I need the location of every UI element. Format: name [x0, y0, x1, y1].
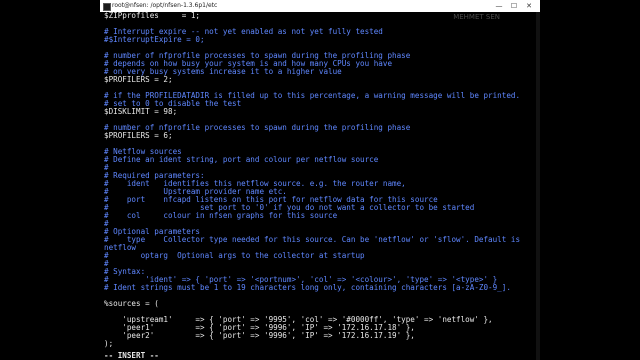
- terminal-line: #: [104, 260, 109, 268]
- terminal-line: # set port to '0' if you do not want a c…: [104, 204, 475, 212]
- terminal-line: # Ident strings must be 1 to 19 characte…: [104, 284, 511, 292]
- terminal-line: # number of nfprofile processes to spawn…: [104, 124, 411, 132]
- terminal-line: # port nfcapd listens on this port for n…: [104, 196, 438, 204]
- terminal-line: # number of nfprofile processes to spawn…: [104, 52, 411, 60]
- putty-icon: [103, 3, 111, 11]
- terminal-line: netflow: [104, 244, 137, 252]
- terminal-line: 'peer2' => { 'port' => '9996', 'IP' => '…: [104, 332, 415, 340]
- window-title: root@nfsen: /opt/nfsen-1.3.6p1/etc: [112, 2, 218, 9]
- terminal-line: # Optional parameters: [104, 228, 201, 236]
- close-button[interactable]: ✕: [522, 0, 536, 12]
- terminal-line: # col colour in nfsen graphs for this so…: [104, 212, 338, 220]
- maximize-button[interactable]: ☐: [507, 0, 521, 12]
- terminal-line: # 'ident' => { 'port' => '<portnum>', 'c…: [104, 276, 498, 284]
- terminal-line: $PROFILERS = 2;: [104, 76, 173, 84]
- terminal-line: # Required parameters:: [104, 172, 205, 180]
- terminal-line: );: [104, 340, 114, 348]
- terminal-line: # if the PROFILEDATADIR is filled up to …: [104, 92, 521, 100]
- terminal-line: # Upstream provider name etc.: [104, 188, 287, 196]
- title-bar: root@nfsen: /opt/nfsen-1.3.6p1/etc — ☐ ✕: [100, 0, 540, 12]
- terminal-line: # Define an ident string, port and colou…: [104, 156, 379, 164]
- scrollbar[interactable]: [536, 12, 540, 360]
- minimize-button[interactable]: —: [492, 0, 506, 12]
- terminal-line: # ident identifies this netflow source. …: [104, 180, 406, 188]
- terminal-line: #$InterruptExpire = 0;: [104, 36, 205, 44]
- terminal-line: # set to 0 to disable the test: [104, 100, 242, 108]
- terminal-line: $PROFILERS = 6;: [104, 132, 173, 140]
- terminal-line: # on very busy systems increase it to a …: [104, 68, 342, 76]
- terminal-line: %sources = (: [104, 300, 159, 308]
- terminal-window: root@nfsen: /opt/nfsen-1.3.6p1/etc — ☐ ✕…: [100, 0, 540, 360]
- terminal-line: # type Collector type needed for this so…: [104, 236, 521, 244]
- terminal-line: $ZIPprofiles = 1;: [104, 12, 201, 20]
- terminal-line: 'peer1' => { 'port' => '9996', 'IP' => '…: [104, 324, 415, 332]
- terminal-line: #: [104, 220, 109, 228]
- terminal-line: # Interrupt expire -- not yet enabled as…: [104, 28, 383, 36]
- terminal-line: #: [104, 164, 109, 172]
- terminal-content[interactable]: $ZIPprofiles = 1; # Interrupt expire -- n…: [104, 12, 534, 360]
- terminal-line: # optarg Optional args to the collector …: [104, 252, 365, 260]
- terminal-line: 'upstream1' => { 'port' => '9995', 'col'…: [104, 316, 493, 324]
- vim-mode-status: -- INSERT --: [104, 351, 159, 360]
- terminal-line: # Syntax:: [104, 268, 146, 276]
- terminal-line: $DISKLIMIT = 98;: [104, 108, 178, 116]
- terminal-line: # depends on how busy your system is and…: [104, 60, 393, 68]
- terminal-line: # Netflow sources: [104, 148, 182, 156]
